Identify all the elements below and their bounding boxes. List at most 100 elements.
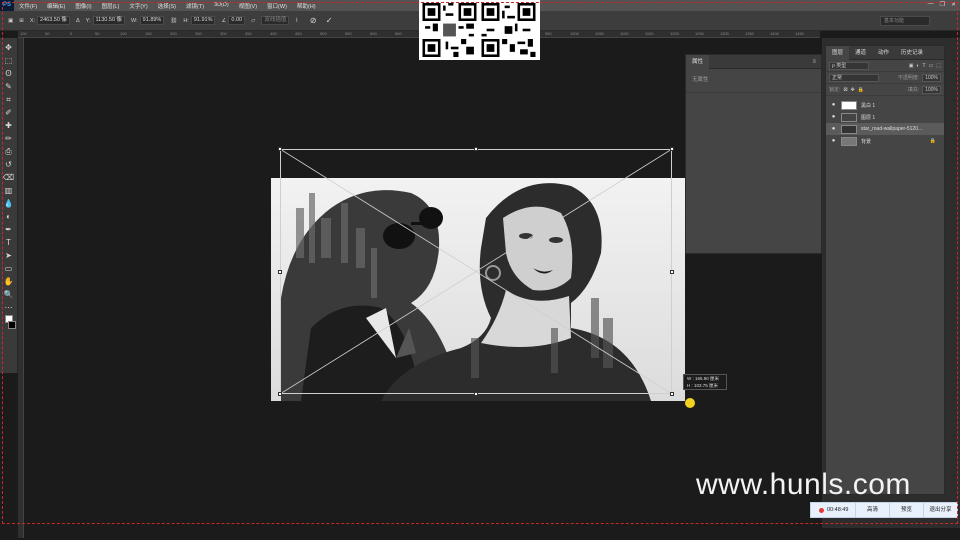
- lasso-tool-icon[interactable]: ʘ: [3, 68, 15, 79]
- link-icon[interactable]: ⛓: [170, 18, 177, 24]
- angle-input[interactable]: 0.00: [228, 16, 246, 25]
- path-select-tool-icon[interactable]: ➤: [3, 250, 15, 261]
- w-label: W:: [131, 17, 138, 24]
- tab-properties[interactable]: 属性: [686, 54, 710, 69]
- handle-middle-left[interactable]: [278, 270, 282, 274]
- x-position-input[interactable]: 2463.50 像: [37, 16, 70, 25]
- layer-row[interactable]: ● 背景 🔒: [826, 135, 944, 147]
- qr-code-left: [422, 3, 477, 57]
- layer-row[interactable]: ● star_road-wallpaper-5120...: [826, 123, 944, 135]
- filter-shape-icon[interactable]: ▭: [929, 63, 934, 69]
- opacity-input[interactable]: 100%: [922, 73, 941, 82]
- reference-point-icon[interactable]: ⊞: [19, 18, 24, 24]
- handle-middle-right[interactable]: [670, 270, 674, 274]
- blend-row: 正常 不透明度: 100%: [826, 72, 944, 84]
- type-tool-icon[interactable]: T: [3, 237, 15, 248]
- tool-preset-icon[interactable]: ▣: [8, 18, 13, 24]
- layer-thumbnail: [841, 136, 857, 146]
- marquee-tool-icon[interactable]: ⬚: [3, 55, 15, 66]
- filter-smart-icon[interactable]: ⬚: [936, 63, 941, 69]
- blend-mode-select[interactable]: 正常: [829, 73, 879, 82]
- crop-tool-icon[interactable]: ⌗: [3, 94, 15, 105]
- lock-all-icon[interactable]: 🔒: [858, 87, 864, 93]
- layer-filter-select[interactable]: ρ 类型: [829, 61, 869, 70]
- fill-input[interactable]: 100%: [922, 85, 941, 94]
- lock-position-icon[interactable]: ✥: [851, 87, 855, 93]
- handle-bottom-right[interactable]: [670, 392, 674, 396]
- menu-item-10[interactable]: 帮助(H): [292, 2, 321, 10]
- hd-button[interactable]: 高清: [855, 502, 889, 518]
- tab-layers-0[interactable]: 图层: [826, 45, 850, 60]
- tab-layers-3[interactable]: 历史记录: [895, 46, 929, 60]
- commit-transform-icon[interactable]: ✓: [324, 16, 334, 26]
- quick-select-tool-icon[interactable]: ✎: [3, 81, 15, 92]
- eyedropper-tool-icon[interactable]: ✐: [3, 107, 15, 118]
- menu-item-8[interactable]: 视图(V): [234, 2, 262, 10]
- warp-icon[interactable]: ⌇: [295, 18, 298, 24]
- cancel-transform-icon[interactable]: ⊘: [308, 16, 318, 26]
- hand-tool-icon[interactable]: ✋: [3, 276, 15, 287]
- layer-row[interactable]: ● 黑白 1: [826, 99, 944, 111]
- background-color-swatch[interactable]: [7, 321, 16, 329]
- visibility-eye-icon[interactable]: ●: [830, 126, 837, 132]
- ruler-mark: 250: [195, 31, 202, 36]
- watermark-text: www.hunls.com: [696, 468, 911, 501]
- ruler-mark: 1450: [795, 31, 804, 36]
- history-brush-tool-icon[interactable]: ↺: [3, 159, 15, 170]
- interpolation-select[interactable]: 双线插值: [261, 16, 290, 25]
- handle-top-center[interactable]: [474, 147, 478, 151]
- handle-top-right[interactable]: [670, 147, 674, 151]
- close-button[interactable]: ✕: [951, 1, 956, 8]
- tab-layers-1[interactable]: 通道: [849, 46, 872, 60]
- workspace-select[interactable]: 基本功能: [880, 16, 930, 26]
- blur-tool-icon[interactable]: 💧: [3, 198, 15, 209]
- menu-item-6[interactable]: 滤镜(T): [181, 2, 209, 10]
- gradient-tool-icon[interactable]: ▥: [3, 185, 15, 196]
- visibility-eye-icon[interactable]: ●: [830, 138, 837, 144]
- menu-item-4[interactable]: 文字(Y): [124, 2, 152, 10]
- filter-adjust-icon[interactable]: ◐: [916, 63, 919, 69]
- visibility-eye-icon[interactable]: ●: [830, 114, 837, 120]
- delta-icon[interactable]: Δ: [76, 18, 80, 24]
- tab-layers-2[interactable]: 动作: [872, 46, 895, 60]
- h-label: H:: [183, 17, 189, 24]
- exit-share-button[interactable]: 退出分享: [923, 502, 957, 518]
- healing-brush-tool-icon[interactable]: ✚: [3, 120, 15, 131]
- maximize-button[interactable]: ❐: [940, 1, 945, 8]
- move-tool-icon[interactable]: ✥: [3, 42, 15, 53]
- handle-bottom-left[interactable]: [278, 392, 282, 396]
- angle-icon: ∠: [221, 17, 227, 24]
- panel-menu-icon[interactable]: ≡: [812, 59, 816, 65]
- handle-bottom-center[interactable]: [474, 392, 478, 396]
- width-scale-input[interactable]: 91.89%: [139, 16, 165, 25]
- eraser-tool-icon[interactable]: ⌫: [3, 172, 15, 183]
- menu-item-5[interactable]: 选择(S): [153, 2, 181, 10]
- y-position-input[interactable]: 1130.50 像: [92, 16, 126, 25]
- filter-type-icon[interactable]: T: [922, 63, 925, 69]
- pen-tool-icon[interactable]: ✒: [3, 224, 15, 235]
- rectangle-tool-icon[interactable]: ▭: [3, 263, 15, 274]
- filter-pixel-icon[interactable]: ▣: [909, 63, 914, 69]
- ruler-mark: 1100: [620, 31, 629, 36]
- minimize-button[interactable]: —: [928, 1, 934, 8]
- handle-top-left[interactable]: [278, 147, 282, 151]
- layer-thumbnail: [841, 112, 857, 122]
- menu-item-2[interactable]: 图像(I): [70, 2, 96, 10]
- menu-item-9[interactable]: 窗口(W): [262, 2, 292, 10]
- skew-icon[interactable]: ▱: [251, 18, 255, 24]
- menu-item-7[interactable]: 3D(D): [209, 2, 234, 10]
- dodge-tool-icon[interactable]: ◐: [3, 211, 15, 222]
- clone-stamp-tool-icon[interactable]: ⎙: [3, 146, 15, 157]
- visibility-eye-icon[interactable]: ●: [830, 102, 837, 108]
- brush-tool-icon[interactable]: ✏: [3, 133, 15, 144]
- free-transform-box[interactable]: [278, 147, 674, 396]
- zoom-tool-icon[interactable]: 🔍: [3, 289, 15, 300]
- lock-pixels-icon[interactable]: ⊠: [843, 87, 847, 93]
- more-tools-icon[interactable]: ⋯: [3, 302, 15, 313]
- height-scale-input[interactable]: 91.91%: [190, 16, 216, 25]
- menu-item-3[interactable]: 图层(L): [97, 2, 125, 10]
- menu-item-0[interactable]: 文件(F): [14, 2, 42, 10]
- layer-row[interactable]: ● 图层 1: [826, 111, 944, 123]
- menu-item-1[interactable]: 编辑(E): [42, 2, 70, 10]
- preview-button[interactable]: 预览: [889, 502, 923, 518]
